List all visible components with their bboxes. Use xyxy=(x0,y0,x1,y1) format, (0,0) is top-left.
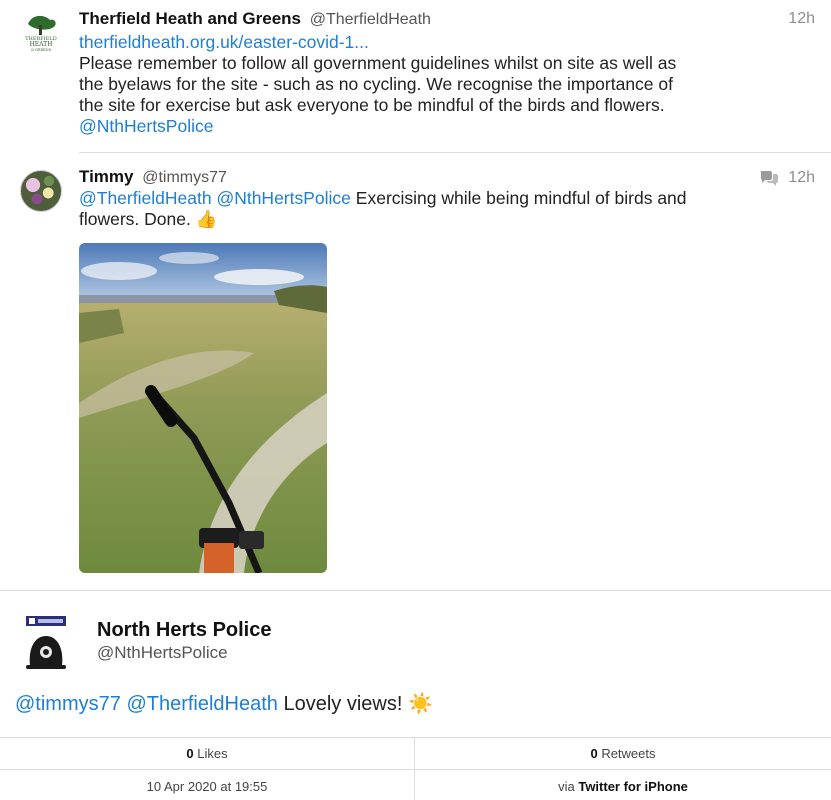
tweet-date: 10 Apr 2020 at 19:55 xyxy=(146,779,268,794)
via-app[interactable]: Twitter for iPhone xyxy=(578,779,688,794)
tweet-text-line: Exercising while being mindful of birds … xyxy=(350,188,687,208)
mention-link[interactable]: @NthHertsPolice xyxy=(216,188,350,208)
svg-text:HEATH: HEATH xyxy=(30,41,53,48)
via-source[interactable]: via Twitter for iPhone xyxy=(415,779,831,794)
flower-avatar-icon[interactable] xyxy=(20,170,62,212)
retweets-stat[interactable]: 0 Retweets xyxy=(415,746,831,761)
divider xyxy=(79,152,831,153)
mention-link[interactable]: @TherfieldHeath xyxy=(126,693,277,715)
likes-stat[interactable]: 0 Likes xyxy=(0,746,414,761)
author-name[interactable]: North Herts Police xyxy=(97,619,271,642)
divider xyxy=(0,590,831,591)
tweet-link[interactable]: therfieldheath.org.uk/easter-covid-1... xyxy=(79,32,369,52)
tweet-text-line: flowers. Done. 👍 xyxy=(79,209,218,229)
author-handle[interactable]: @TherfieldHeath xyxy=(310,11,431,28)
mountain-bike-photo[interactable] xyxy=(79,243,327,573)
mention-link[interactable]: @TherfieldHeath xyxy=(79,188,212,208)
therfield-heath-logo-icon[interactable]: THERFIELD HEATH & GREENS xyxy=(22,12,60,52)
police-helmet-logo-icon[interactable] xyxy=(20,610,72,672)
tweet-text: Lovely views! ☀️ xyxy=(277,693,433,715)
likes-count: 0 xyxy=(186,746,194,761)
retweets-label: Retweets xyxy=(597,746,656,761)
svg-text:& GREENS: & GREENS xyxy=(31,48,52,52)
tweet-text-line: the site for exercise but ask everyone t… xyxy=(79,95,665,115)
divider xyxy=(0,737,831,738)
mention-link[interactable]: @NthHertsPolice xyxy=(79,116,213,136)
retweets-count: 0 xyxy=(590,746,598,761)
likes-label: Likes xyxy=(193,746,228,761)
via-prefix: via xyxy=(558,779,579,794)
mention-link[interactable]: @timmys77 xyxy=(15,693,121,715)
tweet-text-line: Please remember to follow all government… xyxy=(79,53,677,73)
author-name[interactable]: Timmy xyxy=(79,167,134,186)
tweet-time: 12h xyxy=(788,169,815,186)
tweet-time: 12h xyxy=(788,10,815,27)
conversation-icon xyxy=(760,171,778,186)
divider xyxy=(0,769,831,770)
author-name[interactable]: Therfield Heath and Greens xyxy=(79,9,301,28)
author-handle[interactable]: @timmys77 xyxy=(142,169,227,186)
author-handle[interactable]: @NthHertsPolice xyxy=(97,643,228,663)
tweet-text-line: the byelaws for the site - such as no cy… xyxy=(79,74,674,94)
